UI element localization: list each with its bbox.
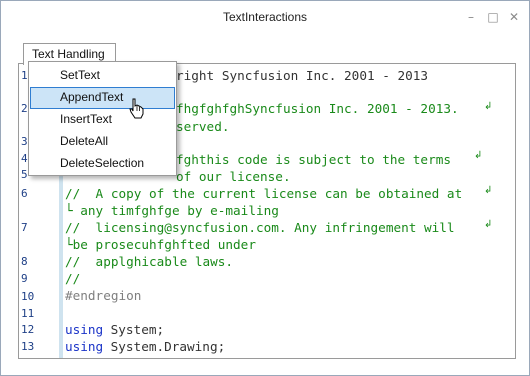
app-window: TextInteractions – □ ✕ Text Handling 1 2… [0,0,530,376]
menu-item-deleteall[interactable]: DeleteAll [30,131,175,153]
line-number: 9 [21,272,28,285]
minimize-icon[interactable]: – [463,9,479,25]
code-line: of our license. [176,169,291,184]
code-line: right Syncfusion Inc. 2001 - 2013 [176,68,429,83]
code-line: // applghicable laws. [65,254,234,269]
code-line: // A copy of the current license can be … [65,186,463,201]
text-handling-dropdown: SetText AppendText InsertText DeleteAll … [28,61,177,176]
mouse-pointer-icon [129,98,144,119]
menu-item-deleteselection[interactable]: DeleteSelection [30,153,175,175]
line-number: 13 [21,340,35,353]
code-keyword: using [65,339,104,354]
menu-item-inserttext[interactable]: InsertText [30,109,175,131]
code-line: // licensing@syncfusion.com. Any infring… [65,220,455,235]
code-line: fhgfghfghSyncfusion Inc. 2001 - 2013. [176,101,459,116]
wrap-marker-icon: ↲ [484,101,493,112]
wrap-marker-icon: ↲ [484,219,493,230]
code-keyword: using [65,322,104,337]
line-number: 8 [21,255,28,268]
menu-item-settext[interactable]: SetText [30,65,175,87]
line-number: 11 [21,307,35,320]
maximize-icon[interactable]: □ [485,9,501,25]
code-line: └be prosecuhfghfted under [65,237,256,252]
menu-item-appendtext[interactable]: AppendText [30,87,175,109]
close-icon[interactable]: ✕ [506,9,522,25]
line-number: 12 [21,323,35,336]
code-line: System.Drawing; [103,339,226,354]
line-number: 6 [21,187,28,200]
wrap-marker-icon: ↲ [484,185,493,196]
line-number: 10 [21,290,35,303]
title-bar: TextInteractions – □ ✕ [1,1,529,33]
menu-bar: Text Handling [1,43,529,65]
window-title: TextInteractions [222,10,308,24]
code-line: // [65,271,81,286]
code-line: #endregion [65,288,142,303]
wrap-marker-icon: ↲ [474,150,483,161]
code-line: served. [176,119,230,134]
line-number: 7 [21,221,28,234]
code-line: System; [103,322,165,337]
code-line: └ any timfghfge by e-mailing [65,203,279,218]
code-line: fghthis code is subject to the terms [176,152,451,167]
